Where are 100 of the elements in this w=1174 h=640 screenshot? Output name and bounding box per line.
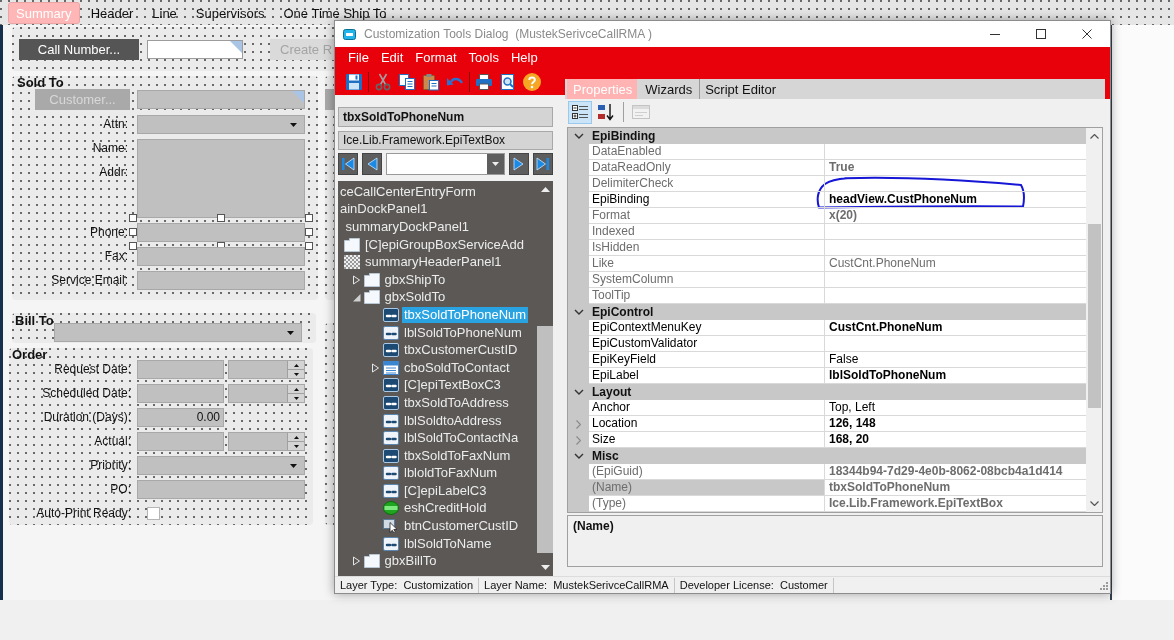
spin-up-button[interactable] — [288, 385, 304, 393]
menu-item[interactable]: File — [342, 48, 375, 68]
property-name[interactable]: Indexed — [589, 224, 825, 240]
form-tab[interactable]: Line — [144, 2, 185, 24]
tree-item[interactable]: tbxSoldToAddress — [402, 394, 511, 411]
property-name[interactable]: Like — [589, 256, 825, 272]
property-value[interactable]: x(20) — [825, 208, 1086, 224]
property-value[interactable]: headView.CustPhoneNum — [825, 192, 1086, 208]
input-field[interactable] — [137, 90, 305, 109]
property-value[interactable]: Ice.Lib.Framework.EpiTextBox — [825, 496, 1086, 512]
spinner[interactable] — [287, 361, 304, 378]
caret-right-icon[interactable] — [350, 556, 361, 567]
chevron-down-icon[interactable] — [573, 389, 584, 395]
menu-item[interactable]: Format — [409, 48, 463, 68]
tree-item[interactable]: tbxSoldToFaxNum — [402, 447, 513, 464]
panel-tab[interactable]: Script Editor — [699, 79, 781, 99]
property-name[interactable]: Anchor — [589, 400, 825, 416]
tree-item[interactable]: gbxBillTo — [382, 553, 439, 570]
spin-down-button[interactable] — [288, 369, 304, 378]
spin-down-button[interactable] — [288, 441, 304, 450]
property-value[interactable]: 126, 148 — [825, 416, 1086, 432]
form-tab[interactable]: Header — [82, 2, 142, 24]
scroll-down-icon[interactable] — [540, 565, 550, 570]
category-label[interactable]: EpiBinding — [589, 128, 1086, 144]
property-name[interactable]: EpiBinding — [589, 192, 825, 208]
clipboard-icon[interactable] — [422, 73, 440, 91]
property-value[interactable]: False — [825, 352, 1086, 368]
resize-grip-icon[interactable] — [1097, 580, 1108, 590]
property-name[interactable]: SystemColumn — [589, 272, 825, 288]
time-field[interactable] — [228, 360, 305, 379]
menu-item[interactable]: Help — [504, 48, 544, 68]
input-field[interactable] — [137, 480, 305, 499]
control-selector[interactable] — [386, 153, 505, 175]
spinner[interactable] — [287, 385, 304, 402]
property-value[interactable]: Top, Left — [825, 400, 1086, 416]
property-name[interactable]: (Type) — [589, 496, 825, 512]
scroll-down-icon[interactable] — [1089, 501, 1099, 506]
tree-item[interactable]: lblSoldtoAddress — [402, 412, 504, 429]
tree-item[interactable]: gbxShipTo — [382, 271, 448, 288]
scroll-thumb[interactable] — [1087, 224, 1101, 408]
category-label[interactable]: EpiControl — [589, 304, 1086, 320]
caret-right-icon[interactable] — [350, 274, 361, 285]
chevron-down-icon[interactable] — [573, 133, 584, 139]
scroll-up-icon[interactable] — [1089, 134, 1099, 139]
checkbox[interactable] — [147, 507, 160, 520]
property-name[interactable]: DataEnabled — [589, 144, 825, 160]
scissors-icon[interactable] — [374, 73, 392, 91]
next-button[interactable] — [509, 153, 529, 175]
menu-item[interactable]: Tools — [462, 48, 505, 68]
property-name[interactable]: EpiKeyField — [589, 352, 825, 368]
page-magnifier-icon[interactable] — [499, 73, 517, 91]
date-field[interactable] — [137, 384, 224, 403]
property-name[interactable]: IsHidden — [589, 240, 825, 256]
property-value[interactable]: 18344b94-7d29-4e0b-8062-08bcb4a1d414 — [825, 464, 1086, 480]
tree-item[interactable]: ainDockPanel1 — [338, 201, 430, 218]
categorized-button[interactable] — [568, 100, 592, 124]
category-label[interactable]: Misc — [589, 448, 1086, 464]
property-name[interactable]: EpiContextMenuKey — [589, 320, 825, 336]
property-value[interactable]: CustCnt.PhoneNum — [825, 256, 1086, 272]
date-field[interactable] — [137, 432, 224, 451]
property-name[interactable]: Location — [589, 416, 825, 432]
spin-up-button[interactable] — [288, 361, 304, 369]
tree-item[interactable]: lblSoldToContactNa — [402, 430, 521, 447]
tree-item[interactable]: summaryDockPanel1 — [343, 219, 472, 235]
input-field[interactable] — [137, 247, 305, 266]
tree-item[interactable]: lbloldToFaxNum — [402, 465, 500, 482]
property-name[interactable]: DelimiterCheck — [589, 176, 825, 192]
time-field[interactable] — [228, 432, 305, 451]
form-tab[interactable]: Supervisors — [187, 2, 273, 24]
property-name[interactable]: DataReadOnly — [589, 160, 825, 176]
property-value[interactable]: True — [825, 160, 1086, 176]
chevron-down-icon[interactable] — [573, 309, 584, 315]
date-field[interactable] — [137, 360, 224, 379]
tree-item[interactable]: [C]epiLabelC3 — [402, 482, 489, 499]
tree-item[interactable]: [C]epiTextBoxC3 — [402, 377, 503, 394]
form-tab[interactable]: One Time Ship To — [275, 2, 395, 24]
property-value[interactable]: CustCnt.PhoneNum — [825, 320, 1086, 336]
caret-down-icon[interactable] — [350, 292, 361, 303]
menu-item[interactable]: Edit — [374, 48, 410, 68]
call-number-button[interactable]: Call Number... — [19, 38, 139, 60]
tree-item[interactable]: gbxSoldTo — [382, 289, 448, 306]
number-field[interactable]: 0.00 — [137, 408, 224, 427]
printer-icon[interactable] — [475, 73, 493, 91]
first-button[interactable] — [338, 153, 358, 175]
spin-up-button[interactable] — [288, 433, 304, 441]
scroll-thumb[interactable] — [537, 326, 553, 553]
tree-item[interactable]: eshCreditHold — [402, 500, 489, 517]
dropdown-button[interactable] — [487, 154, 504, 174]
input-field[interactable] — [137, 271, 305, 290]
property-name[interactable]: (Name) — [589, 480, 825, 496]
tree-item[interactable]: ceCallCenterEntryForm — [338, 183, 478, 200]
category-label[interactable]: Layout — [589, 384, 1086, 400]
tree-item[interactable]: lblSoldToPhoneNum — [402, 324, 524, 341]
caret-right-icon[interactable] — [370, 362, 380, 373]
tree-item[interactable]: tbxCustomerCustID — [402, 342, 520, 359]
chevron-down-icon[interactable] — [573, 453, 584, 459]
tree-item[interactable]: lblSoldToName — [402, 535, 494, 552]
tree-item[interactable]: btnCustomerCustID — [402, 518, 521, 535]
tree-item[interactable]: [C]epiGroupBoxServiceAdd — [363, 236, 526, 253]
panel-tab[interactable]: Wizards — [639, 79, 698, 99]
